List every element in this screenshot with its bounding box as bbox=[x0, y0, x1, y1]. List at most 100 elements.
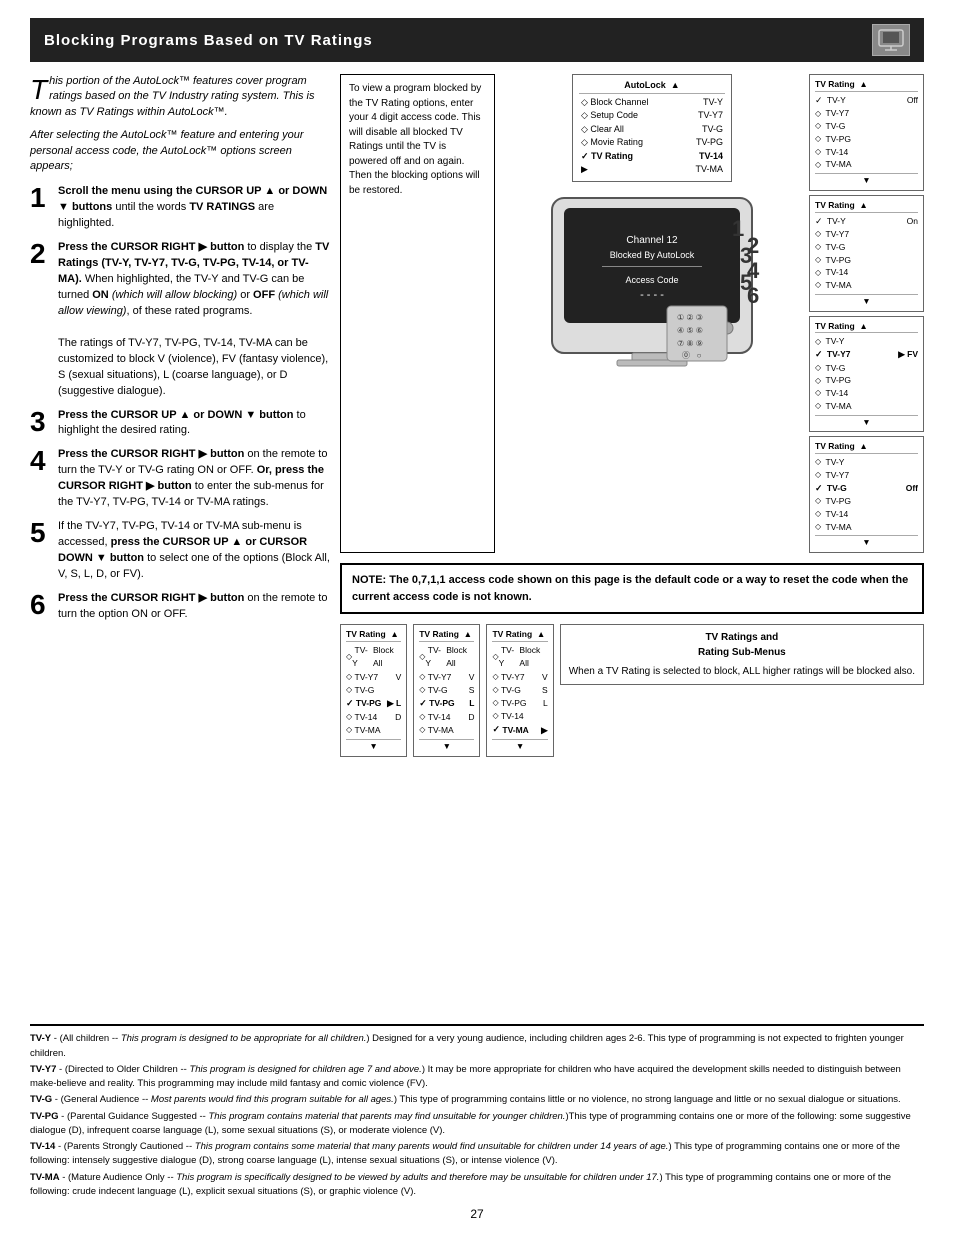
step-2: 2 Press the CURSOR RIGHT ▶ button to dis… bbox=[30, 240, 330, 399]
legend-tv14: TV-14 - (Parents Strongly Cautioned -- T… bbox=[30, 1140, 924, 1169]
smp2-tvma: ◇ TV-MA bbox=[419, 724, 474, 737]
smp1-tvy7: ◇ TV-Y7 V bbox=[346, 671, 401, 684]
rp3-tvpg: ◇ TV-PG bbox=[815, 374, 918, 387]
left-column: This portion of the AutoLock™ features c… bbox=[30, 74, 330, 1014]
rp1-footer: ▼ bbox=[815, 173, 918, 187]
rp4-tvg: ✓ TV-G Off bbox=[815, 482, 918, 496]
smp2-tv14: ◇ TV-14 D bbox=[419, 711, 474, 724]
smp1-header: TV Rating ▲ bbox=[346, 628, 401, 642]
rp1-tvy: ✓ TV-Y Off bbox=[815, 94, 918, 108]
sub-menu-panel-3: TV Rating ▲ ◇ TV-Y Block All ◇ TV-Y7 V ◇… bbox=[486, 624, 553, 757]
smp1-tvy: ◇ TV-Y Block All bbox=[346, 644, 401, 670]
rp2-tvg: ◇ TV-G bbox=[815, 241, 918, 254]
svg-text:⓪ ○: ⓪ ○ bbox=[682, 351, 702, 360]
rp3-tvy: ◇ TV-Y bbox=[815, 335, 918, 348]
autolock-menu: AutoLock ▲ ◇ Block ChannelTV-Y ◇ Setup C… bbox=[572, 74, 732, 182]
smp2-footer: ▼ bbox=[419, 739, 474, 753]
step-2-content: Press the CURSOR RIGHT ▶ button to displ… bbox=[58, 240, 330, 399]
rp4-tvpg: ◇ TV-PG bbox=[815, 495, 918, 508]
svg-text:6: 6 bbox=[747, 283, 759, 308]
caption-title: TV Ratings and Rating Sub-Menus bbox=[569, 630, 915, 660]
step-6-content: Press the CURSOR RIGHT ▶ button on the r… bbox=[58, 591, 330, 623]
rp3-tv14: ◇ TV-14 bbox=[815, 387, 918, 400]
smp1-tvpg: ✓ TV-PG ▶ L bbox=[346, 697, 401, 711]
step-6-number: 6 bbox=[30, 591, 52, 619]
intro-text: This portion of the AutoLock™ features c… bbox=[30, 74, 330, 120]
rp4-tv14: ◇ TV-14 bbox=[815, 508, 918, 521]
sub-menus-row: TV Rating ▲ ◇ TV-Y Block All ◇ TV-Y7 V ◇… bbox=[340, 624, 924, 757]
legend-tvma: TV-MA - (Mature Audience Only -- This pr… bbox=[30, 1171, 924, 1200]
step-5-content: If the TV-Y7, TV-PG, TV-14 or TV-MA sub-… bbox=[58, 519, 330, 583]
step-1-number: 1 bbox=[30, 184, 52, 212]
step-4: 4 Press the CURSOR RIGHT ▶ button on the… bbox=[30, 447, 330, 511]
rp1-tv14: ◇ TV-14 bbox=[815, 146, 918, 159]
rp1-tvpg: ◇ TV-PG bbox=[815, 133, 918, 146]
step-4-content: Press the CURSOR RIGHT ▶ button on the r… bbox=[58, 447, 330, 511]
smp1-tv14: ◇ TV-14 D bbox=[346, 711, 401, 724]
step-2-number: 2 bbox=[30, 240, 52, 268]
smp2-tvg: ◇ TV-G S bbox=[419, 684, 474, 697]
sub-menu-panel-2: TV Rating ▲ ◇ TV-Y Block All ◇ TV-Y7 V ◇… bbox=[413, 624, 480, 757]
autolock-item-2: ◇ Setup CodeTV-Y7 bbox=[579, 109, 725, 123]
rp2-tv14: ◇ TV-14 bbox=[815, 266, 918, 279]
title-bar: Blocking Programs Based on TV Ratings bbox=[30, 18, 924, 62]
autolock-item-3: ◇ Clear AllTV-G bbox=[579, 123, 725, 137]
smp2-tvpg: ✓ TV-PG L bbox=[419, 697, 474, 711]
legend-tvy: TV-Y - (All children -- This program is … bbox=[30, 1032, 924, 1061]
smp1-tvma: ◇ TV-MA bbox=[346, 724, 401, 737]
svg-text:⑦ ⑧ ⑨: ⑦ ⑧ ⑨ bbox=[677, 339, 703, 348]
rating-panel-4-header: TV Rating ▲ bbox=[815, 440, 918, 454]
after-intro: After selecting the AutoLock™ feature an… bbox=[30, 128, 330, 174]
rp3-tvma: ◇ TV-MA bbox=[815, 400, 918, 413]
title-icon bbox=[872, 24, 910, 56]
info-box: To view a program blocked by the TV Rati… bbox=[340, 74, 495, 553]
step-1: 1 Scroll the menu using the CURSOR UP ▲ … bbox=[30, 184, 330, 232]
step-1-content: Scroll the menu using the CURSOR UP ▲ or… bbox=[58, 184, 330, 232]
rp1-tvma: ◇ TV-MA bbox=[815, 158, 918, 171]
autolock-item-4: ◇ Movie RatingTV-PG bbox=[579, 136, 725, 150]
legend-tvg: TV-G - (General Audience -- Most parents… bbox=[30, 1093, 924, 1107]
rp4-tvy7: ◇ TV-Y7 bbox=[815, 469, 918, 482]
autolock-item-6: ▶TV-MA bbox=[579, 163, 725, 177]
rp2-footer: ▼ bbox=[815, 294, 918, 308]
smp3-tvpg: ◇ TV-PG L bbox=[492, 697, 547, 710]
legend-tvpg: TV-PG - (Parental Guidance Suggested -- … bbox=[30, 1110, 924, 1139]
rating-panel-4: TV Rating ▲ ◇ TV-Y ◇ TV-Y7 ✓ TV-G Off ◇ … bbox=[809, 436, 924, 553]
svg-text:2: 2 bbox=[747, 233, 759, 258]
svg-text:1: 1 bbox=[732, 216, 744, 241]
smp3-footer: ▼ bbox=[492, 739, 547, 753]
main-body: This portion of the AutoLock™ features c… bbox=[30, 74, 924, 1014]
rating-panel-3-header: TV Rating ▲ bbox=[815, 320, 918, 334]
tv-rating-caption: TV Ratings and Rating Sub-Menus When a T… bbox=[560, 624, 924, 685]
rp2-tvy: ✓ TV-Y On bbox=[815, 215, 918, 229]
rating-panels-column: TV Rating ▲ ✓ TV-Y Off ◇ TV-Y7 ◇ TV-G ◇ … bbox=[809, 74, 924, 553]
rating-panel-2: TV Rating ▲ ✓ TV-Y On ◇ TV-Y7 ◇ TV-G ◇ T… bbox=[809, 195, 924, 312]
note-box: NOTE: The 0,7,1,1 access code shown on t… bbox=[340, 563, 924, 614]
rp4-tvma: ◇ TV-MA bbox=[815, 521, 918, 534]
autolock-menu-header: AutoLock ▲ bbox=[579, 79, 725, 94]
rp2-tvma: ◇ TV-MA bbox=[815, 279, 918, 292]
rp1-tvy7: ◇ TV-Y7 bbox=[815, 107, 918, 120]
autolock-item-1: ◇ Block ChannelTV-Y bbox=[579, 96, 725, 110]
sub-menu-panel-1: TV Rating ▲ ◇ TV-Y Block All ◇ TV-Y7 V ◇… bbox=[340, 624, 407, 757]
step-3-content: Press the CURSOR UP ▲ or DOWN ▼ button t… bbox=[58, 408, 330, 440]
right-column: To view a program blocked by the TV Rati… bbox=[340, 74, 924, 1014]
step-5: 5 If the TV-Y7, TV-PG, TV-14 or TV-MA su… bbox=[30, 519, 330, 583]
rp2-tvpg: ◇ TV-PG bbox=[815, 254, 918, 267]
svg-text:④ ⑤ ⑥: ④ ⑤ ⑥ bbox=[677, 326, 703, 335]
svg-text:Access Code: Access Code bbox=[625, 275, 678, 285]
page: Blocking Programs Based on TV Ratings Th… bbox=[0, 0, 954, 1235]
top-right-area: To view a program blocked by the TV Rati… bbox=[340, 74, 924, 553]
rating-panel-2-header: TV Rating ▲ bbox=[815, 199, 918, 213]
page-number: 27 bbox=[30, 1207, 924, 1221]
rp2-tvy7: ◇ TV-Y7 bbox=[815, 228, 918, 241]
smp2-tvy7: ◇ TV-Y7 V bbox=[419, 671, 474, 684]
tv-diagram: Channel 12 Blocked By AutoLock Access Co… bbox=[542, 188, 762, 383]
step-3: 3 Press the CURSOR UP ▲ or DOWN ▼ button… bbox=[30, 408, 330, 440]
rp3-footer: ▼ bbox=[815, 415, 918, 429]
smp3-tvma: ✓ TV-MA ▶ bbox=[492, 723, 547, 737]
svg-text:Channel 12: Channel 12 bbox=[626, 235, 678, 246]
tv-diagram-area: AutoLock ▲ ◇ Block ChannelTV-Y ◇ Setup C… bbox=[503, 74, 801, 553]
step-4-number: 4 bbox=[30, 447, 52, 475]
step-3-number: 3 bbox=[30, 408, 52, 436]
